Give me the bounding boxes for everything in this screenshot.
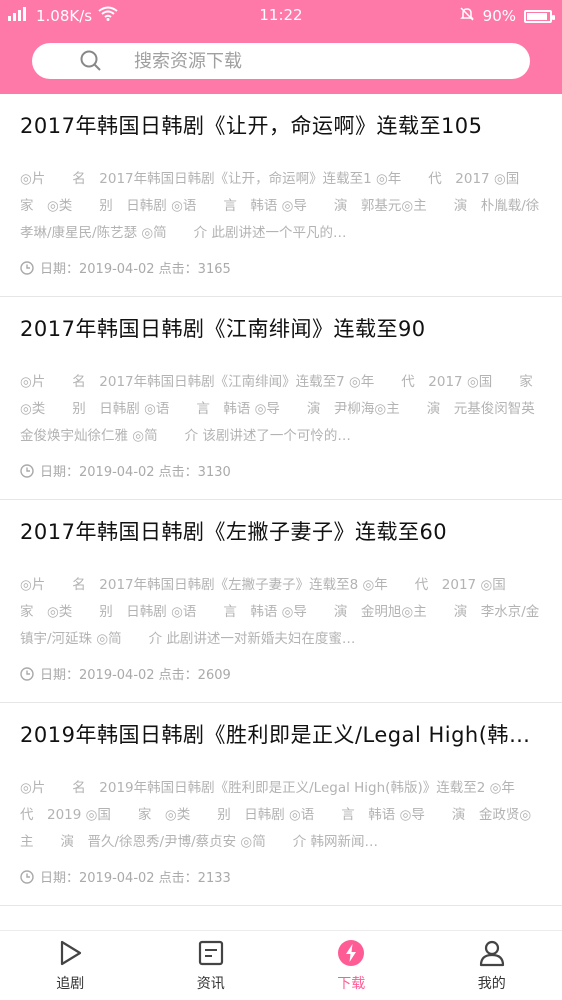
list-item[interactable]: 2017年韩国日韩剧《左撇子妻子》连载至60 ◎片 名 2017年韩国日韩剧《左… xyxy=(0,500,562,703)
item-description: ◎片 名 2017年韩国日韩剧《江南绯闻》连载至7 ◎年 代 2017 ◎国 家… xyxy=(20,374,542,444)
item-date-clicks: 日期：2019-04-02 点击：3130 xyxy=(40,465,231,480)
item-meta: 日期：2019-04-02 点击：3165 xyxy=(20,258,231,277)
item-date-clicks: 日期：2019-04-02 点击：2609 xyxy=(40,668,231,683)
search-box[interactable] xyxy=(32,43,530,79)
battery-percent: 90% xyxy=(482,7,516,25)
tab-label: 下载 xyxy=(337,976,366,992)
download-bolt-icon xyxy=(338,940,365,966)
item-meta: 日期：2019-04-02 点击：3130 xyxy=(20,461,231,480)
battery-icon xyxy=(524,9,555,23)
search-header xyxy=(0,32,562,94)
item-title[interactable]: 2017年韩国日韩剧《左撇子妻子》连载至60 xyxy=(20,518,542,546)
user-icon xyxy=(479,940,504,967)
item-title[interactable]: 2019年韩国日韩剧《胜利即是正义/Legal High(韩版)》连载至2 xyxy=(20,721,542,749)
news-icon xyxy=(198,940,223,966)
search-input[interactable] xyxy=(132,49,436,73)
clock-icon xyxy=(20,463,34,478)
clock-icon xyxy=(20,260,34,275)
tab-label: 我的 xyxy=(477,976,506,992)
resource-list[interactable]: 2017年韩国日韩剧《让开，命运啊》连载至105 ◎片 名 2017年韩国日韩剧… xyxy=(0,94,562,930)
tab-mine[interactable]: 我的 xyxy=(422,931,562,1000)
list-item[interactable]: 2017年韩国日韩剧《让开，命运啊》连载至105 ◎片 名 2017年韩国日韩剧… xyxy=(0,94,562,297)
status-right: 90% xyxy=(459,6,555,26)
item-meta: 日期：2019-04-02 点击：2133 xyxy=(20,867,231,886)
item-description: ◎片 名 2019年韩国日韩剧《胜利即是正义/Legal High(韩版)》连载… xyxy=(20,780,542,850)
item-title[interactable]: 2017年韩国日韩剧《江南绯闻》连载至90 xyxy=(20,315,542,343)
tab-download[interactable]: 下载 xyxy=(281,931,422,1000)
tab-label: 资讯 xyxy=(196,976,225,992)
item-meta: 日期：2019-04-02 点击：2609 xyxy=(20,664,231,683)
search-icon xyxy=(80,50,101,71)
item-description: ◎片 名 2017年韩国日韩剧《左撇子妻子》连载至8 ◎年 代 2017 ◎国 … xyxy=(20,577,540,647)
play-icon xyxy=(61,940,82,966)
tab-follow-drama[interactable]: 追剧 xyxy=(0,931,141,1000)
mute-bell-icon xyxy=(459,6,475,26)
item-description: ◎片 名 2017年韩国日韩剧《让开，命运啊》连载至1 ◎年 代 2017 ◎国… xyxy=(20,171,542,241)
tab-news[interactable]: 资讯 xyxy=(141,931,282,1000)
bottom-tab-bar: 追剧 资讯 下载 我的 xyxy=(0,930,562,1000)
item-date-clicks: 日期：2019-04-02 点击：3165 xyxy=(40,262,231,277)
clock-icon xyxy=(20,869,34,884)
status-bar: 1.08K/s 11:22 90% xyxy=(0,0,562,32)
item-title[interactable]: 2017年韩国日韩剧《让开，命运啊》连载至105 xyxy=(20,112,542,140)
list-item[interactable]: 2019年韩国日韩剧《胜利即是正义/Legal High(韩版)》连载至2 ◎片… xyxy=(0,703,562,906)
item-date-clicks: 日期：2019-04-02 点击：2133 xyxy=(40,871,231,886)
tab-label: 追剧 xyxy=(56,976,85,992)
clock-icon xyxy=(20,666,34,681)
list-item[interactable]: 2017年韩国日韩剧《江南绯闻》连载至90 ◎片 名 2017年韩国日韩剧《江南… xyxy=(0,297,562,500)
